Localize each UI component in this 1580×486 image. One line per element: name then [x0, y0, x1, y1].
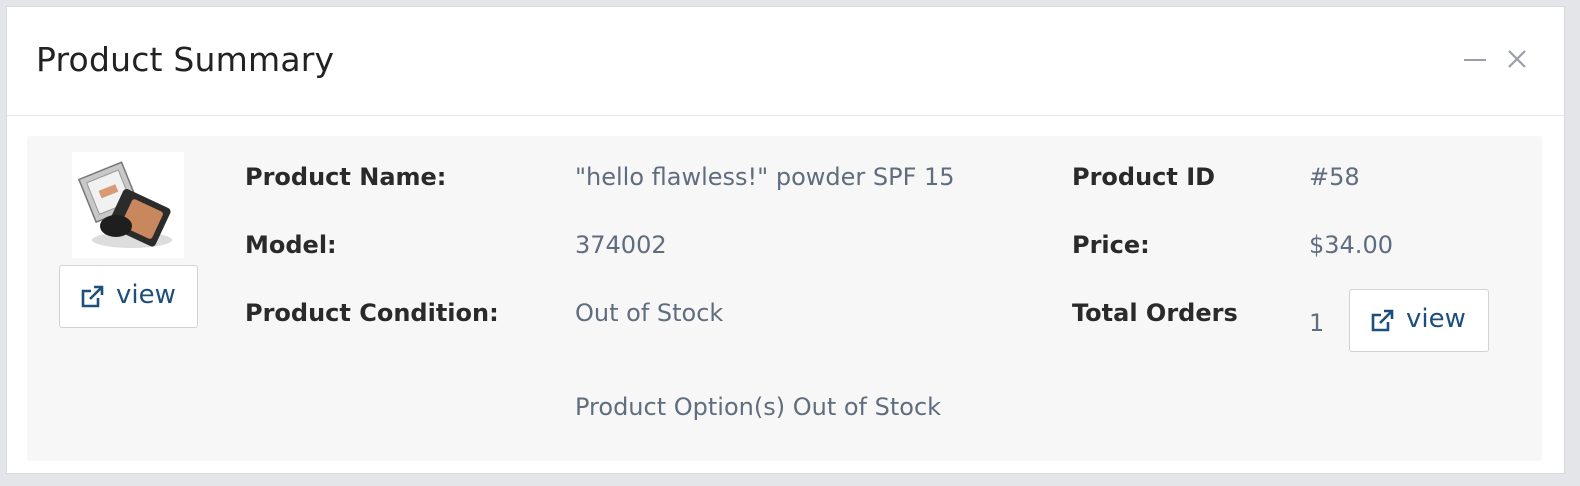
- product-image[interactable]: [72, 152, 184, 258]
- product-condition-label: Product Condition:: [245, 299, 499, 327]
- model-value: 374002: [575, 231, 667, 259]
- external-link-icon: [1371, 309, 1394, 332]
- close-icon: [1508, 50, 1526, 68]
- price-value: $34.00: [1309, 231, 1393, 259]
- close-button[interactable]: [1501, 43, 1531, 73]
- product-name-label: Product Name:: [245, 163, 447, 191]
- total-orders-label: Total Orders: [1072, 299, 1238, 327]
- panel-header: Product Summary: [7, 7, 1564, 116]
- price-label: Price:: [1072, 231, 1150, 259]
- product-options-status: Product Option(s) Out of Stock: [575, 393, 942, 421]
- view-product-button[interactable]: view: [59, 265, 198, 328]
- product-summary-panel: Product Summary view Product Name: "hell…: [6, 6, 1565, 474]
- view-orders-button[interactable]: view: [1349, 289, 1489, 352]
- product-id-label: Product ID: [1072, 163, 1216, 191]
- panel-body: view Product Name: "hello flawless!" pow…: [27, 136, 1542, 461]
- product-name-value: "hello flawless!" powder SPF 15: [575, 163, 955, 191]
- total-orders-value: 1: [1309, 309, 1325, 337]
- view-button-label: view: [116, 280, 176, 310]
- panel-title: Product Summary: [36, 40, 335, 79]
- minimize-button[interactable]: [1457, 43, 1487, 73]
- external-link-icon: [81, 285, 104, 308]
- product-condition-value: Out of Stock: [575, 299, 724, 327]
- view-button-label: view: [1406, 304, 1466, 334]
- minus-icon: [1464, 59, 1486, 61]
- product-id-value: #58: [1309, 163, 1360, 191]
- model-label: Model:: [245, 231, 337, 259]
